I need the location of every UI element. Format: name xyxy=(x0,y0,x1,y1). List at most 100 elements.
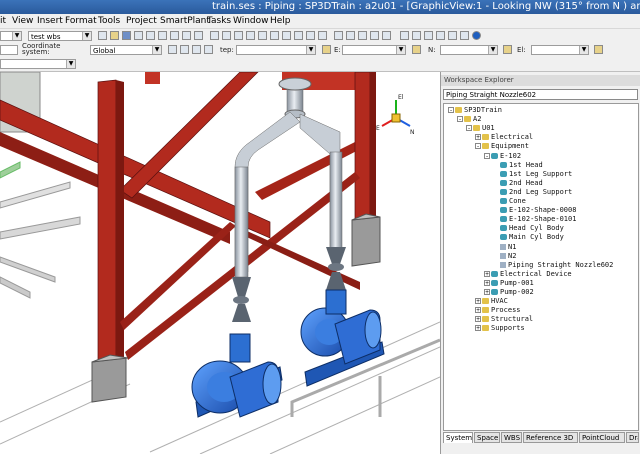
tab-space[interactable]: Space xyxy=(474,432,500,443)
active-task-combo[interactable]: ▼ xyxy=(0,31,22,41)
fit-icon[interactable] xyxy=(424,31,433,40)
lock-icon[interactable] xyxy=(322,45,331,54)
tree-node[interactable]: + Supports xyxy=(475,324,525,333)
expand-icon[interactable]: + xyxy=(484,270,490,277)
expand-icon[interactable]: + xyxy=(484,279,490,286)
menu-edit[interactable]: it xyxy=(0,16,6,26)
tree-node[interactable]: N2 xyxy=(493,252,516,261)
tree-node[interactable]: 1st Leg Support xyxy=(493,170,572,179)
paste-icon[interactable] xyxy=(170,31,179,40)
pinpoint-icon[interactable] xyxy=(282,31,291,40)
layer-icon[interactable] xyxy=(294,31,303,40)
model-canvas[interactable]: El E N xyxy=(0,72,440,454)
tree-node[interactable]: - SP3DTrain xyxy=(448,106,502,115)
tree-node[interactable]: 2nd Leg Support xyxy=(493,188,572,197)
collapse-icon[interactable]: - xyxy=(466,125,472,132)
tree-node[interactable]: - U01 xyxy=(466,124,495,133)
walk-icon[interactable] xyxy=(460,31,469,40)
zoom-area-icon[interactable] xyxy=(412,31,421,40)
tree-node[interactable]: + Pump-001 xyxy=(484,279,534,288)
menu-window[interactable]: Window xyxy=(233,16,269,26)
menu-tasks[interactable]: Tasks xyxy=(207,16,231,26)
north-field[interactable]: ▼ xyxy=(440,45,498,55)
coordinate-system-combo[interactable]: Global ▼ xyxy=(90,45,162,55)
tree-node[interactable]: + HVAC xyxy=(475,297,508,306)
view-top-icon[interactable] xyxy=(346,31,355,40)
tree-node[interactable]: 2nd Head xyxy=(493,179,543,188)
tree-node[interactable]: Head Cyl Body xyxy=(493,224,564,233)
tree-node[interactable]: E-102-Shape-0008 xyxy=(493,206,576,215)
expand-icon[interactable]: + xyxy=(475,298,481,305)
view-iso-icon[interactable] xyxy=(370,31,379,40)
tree-node[interactable]: - E-102 xyxy=(484,152,521,161)
east-field[interactable]: ▼ xyxy=(342,45,406,55)
expand-icon[interactable]: + xyxy=(475,316,481,323)
pan-icon[interactable] xyxy=(436,31,445,40)
grid-icon[interactable] xyxy=(204,45,213,54)
print-icon[interactable] xyxy=(134,31,143,40)
tree-node[interactable]: + Electrical xyxy=(475,133,533,142)
view-side-icon[interactable] xyxy=(358,31,367,40)
tree-node[interactable]: + Electrical Device xyxy=(484,270,572,279)
ribbon-combo[interactable]: ▼ xyxy=(0,59,76,69)
properties-icon[interactable] xyxy=(210,31,219,40)
collapse-icon[interactable]: - xyxy=(475,143,481,150)
new-icon[interactable] xyxy=(98,31,107,40)
open-icon[interactable] xyxy=(110,31,119,40)
menu-format[interactable]: Format xyxy=(65,16,97,26)
explorer-path-field[interactable]: Piping Straight Nozzle602 xyxy=(443,89,638,100)
expand-icon[interactable]: + xyxy=(475,134,481,141)
collapse-icon[interactable]: - xyxy=(448,107,454,114)
show-icon[interactable] xyxy=(318,31,327,40)
orbit-icon[interactable] xyxy=(448,31,457,40)
snap-icon[interactable] xyxy=(192,45,201,54)
redo-icon[interactable] xyxy=(194,31,203,40)
rotate-icon[interactable] xyxy=(246,31,255,40)
expand-icon[interactable]: + xyxy=(475,307,481,314)
collapse-icon[interactable]: - xyxy=(484,152,490,159)
tab-reference-3d[interactable]: Reference 3D xyxy=(523,432,578,443)
menu-help[interactable]: Help xyxy=(270,16,291,26)
tree-node[interactable]: - Equipment xyxy=(475,142,529,151)
tab-system[interactable]: System xyxy=(443,432,473,443)
tree-node[interactable]: - A2 xyxy=(457,115,481,124)
expand-icon[interactable]: + xyxy=(484,289,490,296)
collapse-icon[interactable]: - xyxy=(457,116,463,123)
lock-icon[interactable] xyxy=(594,45,603,54)
tree-node[interactable]: Piping Straight Nozzle602 xyxy=(493,261,613,270)
copy-icon[interactable] xyxy=(158,31,167,40)
coord-mode-combo[interactable] xyxy=(0,45,18,55)
select-filter-icon[interactable] xyxy=(168,45,177,54)
measure-icon[interactable] xyxy=(258,31,267,40)
menu-project[interactable]: Project xyxy=(126,16,157,26)
tab-wbs[interactable]: WBS xyxy=(501,432,522,443)
tree-node[interactable]: + Pump-002 xyxy=(484,288,534,297)
undo-icon[interactable] xyxy=(182,31,191,40)
menu-tools[interactable]: Tools xyxy=(98,16,120,26)
menu-insert[interactable]: Insert xyxy=(37,16,63,26)
help-icon[interactable] xyxy=(472,31,481,40)
move-icon[interactable] xyxy=(234,31,243,40)
view-front-icon[interactable] xyxy=(334,31,343,40)
tree-node[interactable]: + Process xyxy=(475,306,521,315)
menu-smartplant[interactable]: SmartPlant xyxy=(160,16,210,26)
hide-icon[interactable] xyxy=(306,31,315,40)
graphic-view[interactable]: El E N xyxy=(0,72,440,454)
tab-pointcloud[interactable]: PointCloud xyxy=(579,432,625,443)
tree-node[interactable]: 1st Head xyxy=(493,161,543,170)
save-icon[interactable] xyxy=(122,31,131,40)
tree-node[interactable]: E-102-Shape-0101 xyxy=(493,215,576,224)
zoom-icon[interactable] xyxy=(400,31,409,40)
cut-icon[interactable] xyxy=(146,31,155,40)
tree-node[interactable]: N1 xyxy=(493,243,516,252)
delete-icon[interactable] xyxy=(222,31,231,40)
lock-icon[interactable] xyxy=(412,45,421,54)
tree-node[interactable]: Main Cyl Body xyxy=(493,233,564,242)
tab-drawings[interactable]: Dra xyxy=(626,432,639,443)
tree-node[interactable]: Cone xyxy=(493,197,526,206)
filter-combo[interactable]: test wbs ▼ xyxy=(28,31,92,41)
tree-node[interactable]: + Structural xyxy=(475,315,533,324)
step-field[interactable]: ▼ xyxy=(236,45,316,55)
menu-view[interactable]: View xyxy=(12,16,33,26)
explorer-tree[interactable]: - SP3DTrain - A2- U01 + Electrical - Equipment - E… xyxy=(443,103,639,431)
